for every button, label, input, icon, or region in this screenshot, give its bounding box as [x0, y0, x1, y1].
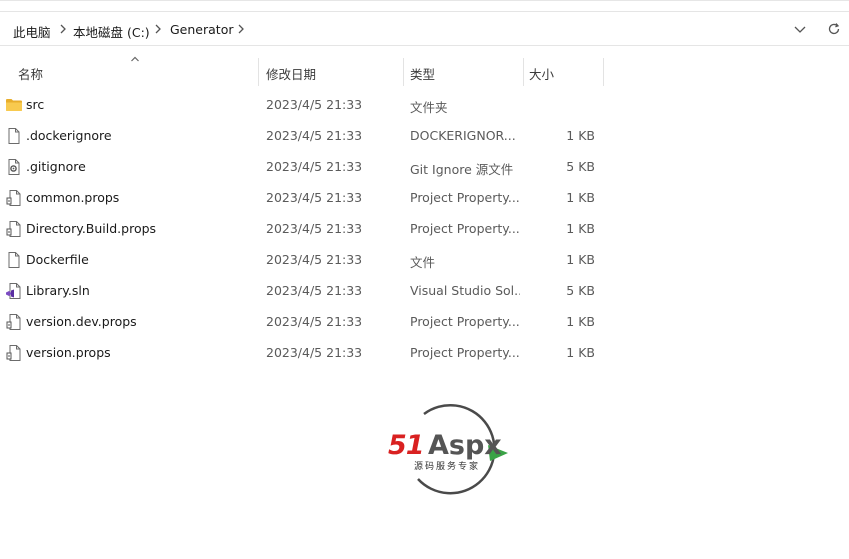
file-type: Visual Studio Sol...: [410, 283, 520, 298]
file-modified-date: 2023/4/5 21:33: [266, 159, 363, 174]
file-size: 1 KB: [566, 190, 595, 205]
address-bar[interactable]: 此电脑 本地磁盘 (C:) Generator: [0, 11, 849, 46]
sort-ascending-icon[interactable]: [130, 55, 140, 63]
file-type: Project Property...: [410, 345, 520, 360]
file-name: version.dev.props: [26, 314, 137, 329]
visual-studio-icon: [5, 282, 23, 300]
column-divider[interactable]: [258, 58, 259, 86]
file-modified-date: 2023/4/5 21:33: [266, 252, 363, 267]
file-row[interactable]: Library.sln 2023/4/5 21:33 Visual Studio S…: [0, 275, 849, 306]
column-header-type[interactable]: 类型: [410, 64, 435, 83]
file-modified-date: 2023/4/5 21:33: [266, 97, 363, 112]
file-row[interactable]: version.props 2023/4/5 21:33 Project Prope…: [0, 337, 849, 368]
breadcrumb-local-disk[interactable]: 本地磁盘 (C:): [73, 22, 150, 41]
file-name: common.props: [26, 190, 120, 205]
file-row[interactable]: src 2023/4/5 21:33 文件夹: [0, 89, 849, 120]
chevron-right-icon[interactable]: [58, 23, 68, 35]
file-type: Git Ignore 源文件: [410, 162, 514, 177]
breadcrumb-generator[interactable]: Generator: [170, 22, 233, 37]
file-modified-date: 2023/4/5 21:33: [266, 221, 363, 236]
file-size: 1 KB: [566, 128, 595, 143]
file-name: .dockerignore: [26, 128, 112, 143]
file-modified-date: 2023/4/5 21:33: [266, 314, 363, 329]
file-icon: [5, 251, 23, 269]
column-header-size[interactable]: 大小: [529, 64, 554, 83]
props-file-icon: [5, 189, 23, 207]
refresh-icon[interactable]: [826, 21, 842, 37]
file-size: 1 KB: [566, 221, 595, 236]
file-type: Project Property...: [410, 314, 520, 329]
props-file-icon: [5, 313, 23, 331]
column-divider[interactable]: [523, 58, 524, 86]
watermark-tagline: 源码服务专家: [414, 462, 481, 472]
column-header-name[interactable]: 名称: [18, 64, 43, 83]
file-size: 1 KB: [566, 252, 595, 267]
props-file-icon: [5, 344, 23, 362]
file-name: .gitignore: [26, 159, 86, 174]
file-name: src: [26, 97, 45, 112]
file-row[interactable]: common.props 2023/4/5 21:33 Project Proper…: [0, 182, 849, 213]
file-type: Project Property...: [410, 190, 520, 205]
chevron-right-icon[interactable]: [153, 23, 163, 35]
column-divider[interactable]: [603, 58, 604, 86]
file-icon: [5, 127, 23, 145]
file-row[interactable]: .gitignore 2023/4/5 21:33 Git Ignore 源文件 5 …: [0, 151, 849, 182]
file-type: DOCKERIGNOR...: [410, 128, 516, 143]
file-size: 5 KB: [566, 283, 595, 298]
file-size: 1 KB: [566, 345, 595, 360]
file-modified-date: 2023/4/5 21:33: [266, 128, 363, 143]
column-header-row: 名称 修改日期 类型 大小: [0, 54, 849, 90]
column-divider[interactable]: [403, 58, 404, 86]
gear-file-icon: [5, 158, 23, 176]
file-size: 5 KB: [566, 159, 595, 174]
watermark-brand-text: Aspx: [428, 430, 502, 461]
file-name: Library.sln: [26, 283, 90, 298]
watermark-logo: 51 Aspx 源码服务专家: [386, 401, 514, 495]
watermark-brand-number: 51: [388, 430, 425, 461]
file-modified-date: 2023/4/5 21:33: [266, 283, 363, 298]
file-type: 文件: [410, 255, 436, 270]
file-modified-date: 2023/4/5 21:33: [266, 190, 363, 205]
file-row[interactable]: version.dev.props 2023/4/5 21:33 Project P…: [0, 306, 849, 337]
file-row[interactable]: .dockerignore 2023/4/5 21:33 DOCKERIGNOR..…: [0, 120, 849, 151]
file-type: Project Property...: [410, 221, 520, 236]
file-name: version.props: [26, 345, 111, 360]
chevron-right-icon[interactable]: [236, 23, 246, 35]
column-header-date[interactable]: 修改日期: [266, 64, 316, 83]
file-name: Dockerfile: [26, 252, 89, 267]
file-size: 1 KB: [566, 314, 595, 329]
file-row[interactable]: Directory.Build.props 2023/4/5 21:33 Proje…: [0, 213, 849, 244]
chevron-down-icon[interactable]: [792, 21, 808, 37]
top-divider: [0, 0, 849, 1]
props-file-icon: [5, 220, 23, 238]
file-modified-date: 2023/4/5 21:33: [266, 345, 363, 360]
folder-icon: [5, 96, 23, 114]
file-name: Directory.Build.props: [26, 221, 157, 236]
file-row[interactable]: Dockerfile 2023/4/5 21:33 文件 1 KB: [0, 244, 849, 275]
breadcrumb-this-pc[interactable]: 此电脑: [13, 22, 51, 41]
file-type: 文件夹: [410, 100, 448, 115]
